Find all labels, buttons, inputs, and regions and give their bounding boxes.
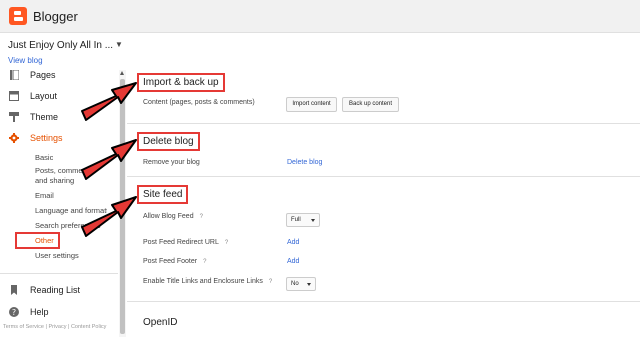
backup-content-button[interactable]: Back up content: [342, 97, 399, 112]
sidebar-item-help[interactable]: ? Help: [0, 305, 120, 321]
allow-feed-row: Allow Blog Feed?: [143, 213, 203, 220]
sidebar-scrollbar[interactable]: [119, 70, 126, 337]
feed-footer-add-link[interactable]: Add: [287, 258, 299, 265]
svg-text:?: ?: [12, 308, 16, 317]
app-name: Blogger: [33, 9, 78, 24]
scrollbar-thumb[interactable]: [120, 79, 125, 334]
section-divider: [127, 123, 640, 124]
top-bar: Blogger: [0, 0, 640, 33]
section-title-openid: OpenID: [143, 317, 178, 328]
section-title-import: Import & back up: [137, 73, 225, 92]
dropdown-arrow-icon: [311, 219, 315, 222]
main-content: Import & back up Content (pages, posts &…: [127, 70, 640, 337]
sidebar: Pages Layout Theme Settings Basic Posts,…: [0, 66, 120, 337]
delete-blog-link[interactable]: Delete blog: [287, 159, 322, 166]
blog-selector[interactable]: Just Enjoy Only All In ...: [8, 40, 113, 51]
blogger-logo-icon[interactable]: [9, 7, 27, 25]
bookmark-icon: [11, 285, 17, 295]
settings-sub-posts[interactable]: Posts, comments and sharing: [35, 166, 107, 186]
settings-sub-language[interactable]: Language and formatting: [35, 206, 107, 215]
enclosure-value: No: [291, 281, 299, 287]
enclosure-dropdown[interactable]: No: [286, 277, 316, 291]
dropdown-arrow-icon: [307, 283, 311, 286]
help-icon[interactable]: ?: [225, 240, 228, 246]
allow-feed-label: Allow Blog Feed: [143, 213, 194, 220]
scroll-up-arrow-icon[interactable]: [120, 71, 124, 75]
sidebar-item-theme[interactable]: Theme: [0, 110, 120, 126]
remove-blog-label: Remove your blog: [143, 159, 200, 166]
sidebar-item-label: Pages: [30, 70, 56, 80]
sidebar-item-label: Theme: [30, 112, 59, 122]
allow-feed-dropdown[interactable]: Full: [286, 213, 320, 227]
section-title-site-feed: Site feed: [137, 185, 189, 204]
sidebar-item-settings[interactable]: Settings: [0, 131, 120, 147]
sidebar-item-label: Reading List: [30, 285, 81, 295]
section-divider: [127, 176, 640, 177]
view-blog-link[interactable]: View blog: [8, 56, 43, 65]
help-icon[interactable]: ?: [203, 259, 206, 265]
feed-footer-label: Post Feed Footer: [143, 258, 198, 265]
caret-down-icon[interactable]: ▼: [115, 40, 123, 49]
section-divider: [127, 301, 640, 302]
help-icon[interactable]: ?: [269, 279, 272, 285]
allow-feed-value: Full: [291, 217, 301, 223]
settings-sub-search[interactable]: Search preferences: [35, 221, 107, 230]
other-highlight-box: [15, 232, 60, 249]
section-title-delete: Delete blog: [137, 132, 200, 151]
sidebar-item-pages[interactable]: Pages: [0, 68, 120, 84]
sidebar-item-reading-list[interactable]: Reading List: [0, 283, 120, 299]
feed-footer-row: Post Feed Footer?: [143, 258, 206, 265]
import-row-label: Content (pages, posts & comments): [143, 99, 255, 106]
settings-sub-basic[interactable]: Basic: [35, 153, 53, 162]
footer-links[interactable]: Terms of Service | Privacy | Content Pol…: [3, 324, 106, 330]
sidebar-divider: [0, 273, 118, 274]
redirect-url-add-link[interactable]: Add: [287, 239, 299, 246]
help-icon[interactable]: ?: [200, 214, 203, 220]
settings-sub-user-settings[interactable]: User settings: [35, 251, 79, 260]
help-icon: ?: [9, 307, 19, 317]
redirect-url-row: Post Feed Redirect URL?: [143, 239, 228, 246]
layout-icon: [9, 91, 19, 101]
import-content-button[interactable]: Import content: [286, 97, 337, 112]
redirect-url-label: Post Feed Redirect URL: [143, 239, 219, 246]
sidebar-item-label: Layout: [30, 91, 58, 101]
enclosure-label: Enable Title Links and Enclosure Links: [143, 278, 263, 285]
settings-gear-icon: [9, 133, 19, 143]
sidebar-item-label: Settings: [30, 133, 63, 143]
sidebar-item-layout[interactable]: Layout: [0, 89, 120, 105]
sidebar-item-label: Help: [30, 307, 49, 317]
settings-sub-email[interactable]: Email: [35, 191, 54, 200]
theme-icon: [9, 112, 19, 122]
pages-icon: [10, 70, 19, 80]
enclosure-row: Enable Title Links and Enclosure Links?: [143, 278, 272, 285]
